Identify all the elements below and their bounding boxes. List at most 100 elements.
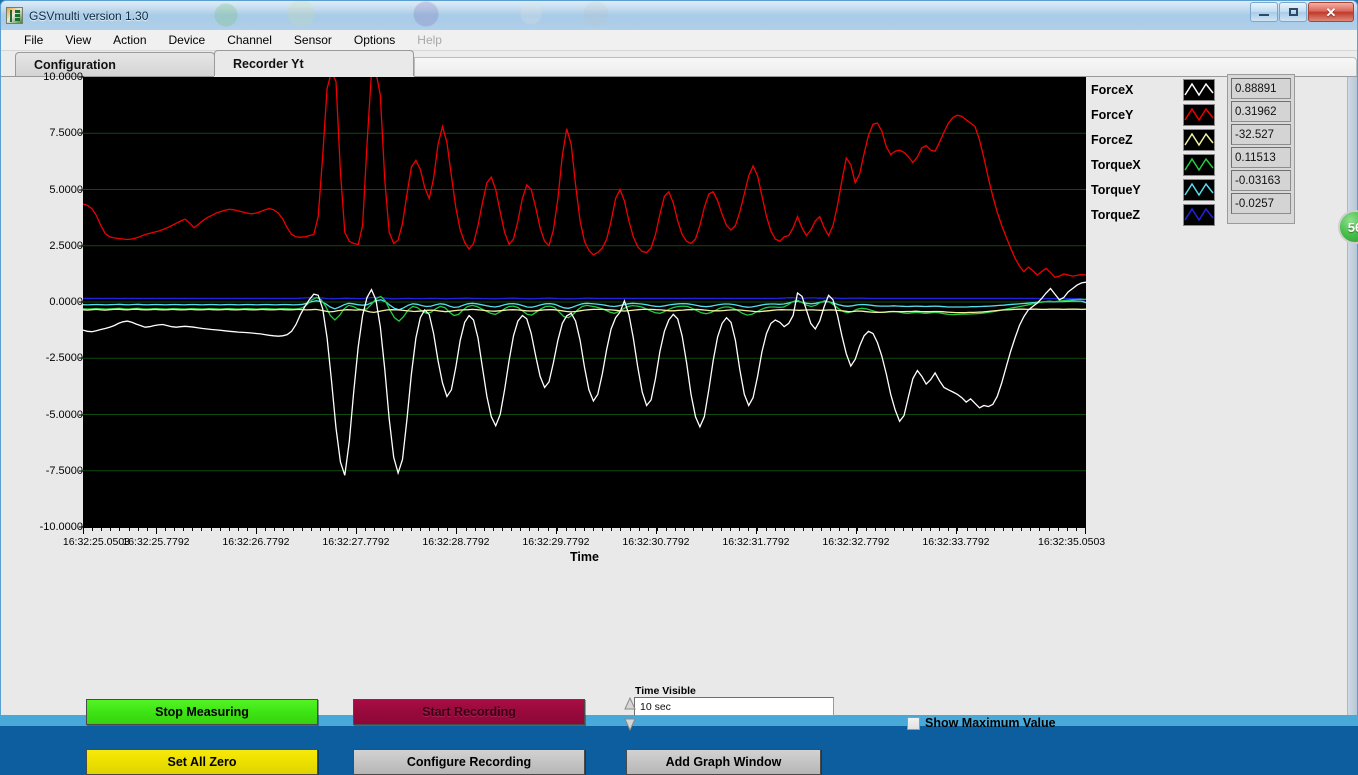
- y-axis-tick-label: 5.0000: [5, 184, 83, 196]
- x-axis-tick-label: 16:32:30.7792: [622, 536, 689, 548]
- x-axis-minor-tick: [493, 527, 494, 531]
- menu-item-file[interactable]: File: [13, 31, 54, 49]
- x-axis-minor-tick: [520, 527, 521, 531]
- x-axis-minor-tick: [857, 527, 858, 531]
- x-axis-minor-tick: [903, 527, 904, 531]
- status-badge[interactable]: 56: [1338, 210, 1358, 244]
- x-axis-minor-tick: [129, 527, 130, 531]
- show-maximum-value-group[interactable]: Show Maximum Value: [907, 716, 1056, 730]
- menu-item-device[interactable]: Device: [158, 31, 217, 49]
- x-axis-minor-tick: [976, 527, 977, 531]
- set-all-zero-button[interactable]: Set All Zero: [86, 749, 318, 775]
- x-axis-minor-tick: [238, 527, 239, 531]
- window-controls: ✕: [1250, 2, 1354, 22]
- legend-label-torquez: TorqueZ: [1091, 208, 1183, 222]
- menu-item-view[interactable]: View: [54, 31, 102, 49]
- x-axis-tick-label: 16:32:25.7792: [122, 536, 189, 548]
- legend-swatch-torquez[interactable]: [1183, 204, 1215, 226]
- show-maximum-value-label: Show Maximum Value: [925, 716, 1056, 730]
- time-visible-group: Time Visible 10 sec: [624, 685, 834, 735]
- x-axis-tick-label: 16:32:32.7792: [822, 536, 889, 548]
- menu-item-channel[interactable]: Channel: [216, 31, 283, 49]
- x-axis-minor-tick: [192, 527, 193, 531]
- x-axis-title: Time: [83, 550, 1086, 564]
- channel-value-forcez: -32.527: [1231, 124, 1291, 145]
- menu-item-options[interactable]: Options: [343, 31, 406, 49]
- legend-swatch-torquex[interactable]: [1183, 154, 1215, 176]
- x-axis-minor-tick: [575, 527, 576, 531]
- series-line-torquex: [83, 296, 1086, 321]
- x-axis-tick-label: 16:32:27.7792: [322, 536, 389, 548]
- legend-label-forcex: ForceX: [1091, 83, 1183, 97]
- show-maximum-value-checkbox[interactable]: [907, 717, 920, 730]
- x-axis-major-tick: [256, 527, 257, 534]
- time-visible-input[interactable]: 10 sec: [634, 697, 834, 716]
- legend-row[interactable]: ForceZ: [1091, 127, 1223, 152]
- legend-row[interactable]: ForceX: [1091, 77, 1223, 102]
- legend-swatch-forcey[interactable]: [1183, 104, 1215, 126]
- tab-recorder-yt-label: Recorder Yt: [233, 57, 304, 71]
- x-axis-minor-tick: [930, 527, 931, 531]
- tab-strip: Configuration Recorder Yt: [1, 51, 1357, 77]
- time-visible-label: Time Visible: [632, 685, 699, 697]
- spinner-up-icon[interactable]: [624, 697, 636, 710]
- start-recording-button[interactable]: Start Recording: [353, 699, 585, 725]
- y-axis-tick-label: 0.0000: [5, 296, 83, 308]
- minimize-button[interactable]: [1250, 2, 1278, 22]
- x-axis-tick-label: 16:32:29.7792: [522, 536, 589, 548]
- x-axis-minor-tick: [484, 527, 485, 531]
- legend-row[interactable]: TorqueY: [1091, 177, 1223, 202]
- x-axis-minor-tick: [639, 527, 640, 531]
- tab-recorder-yt[interactable]: Recorder Yt: [214, 50, 414, 76]
- x-axis-minor-tick: [393, 527, 394, 531]
- x-axis-minor-tick: [1076, 527, 1077, 531]
- maximize-button[interactable]: [1279, 2, 1307, 22]
- x-axis-minor-tick: [110, 527, 111, 531]
- x-axis-minor-tick: [511, 527, 512, 531]
- plot-canvas[interactable]: [83, 77, 1086, 527]
- x-axis-minor-tick: [320, 527, 321, 531]
- legend-row[interactable]: ForceY: [1091, 102, 1223, 127]
- channel-legend: 0.888910.31962-32.5270.11513-0.03163-0.0…: [1091, 77, 1301, 227]
- x-axis-minor-tick: [885, 527, 886, 531]
- close-button[interactable]: ✕: [1308, 2, 1354, 22]
- x-axis-major-tick: [456, 527, 457, 534]
- stop-measuring-button[interactable]: Stop Measuring: [86, 699, 318, 725]
- legend-label-torquey: TorqueY: [1091, 183, 1183, 197]
- x-axis-minor-tick: [1049, 527, 1050, 531]
- x-axis-minor-tick: [1039, 527, 1040, 531]
- x-axis-tick-label: 16:32:28.7792: [422, 536, 489, 548]
- x-axis-minor-tick: [812, 527, 813, 531]
- legend-swatch-forcez[interactable]: [1183, 129, 1215, 151]
- x-axis-minor-tick: [712, 527, 713, 531]
- x-axis-minor-tick: [775, 527, 776, 531]
- legend-label-forcey: ForceY: [1091, 108, 1183, 122]
- x-axis-minor-tick: [1021, 527, 1022, 531]
- x-axis-minor-tick: [283, 527, 284, 531]
- y-axis-tick-label: 10.0000: [5, 71, 83, 83]
- x-axis-minor-tick: [730, 527, 731, 531]
- legend-swatch-torquey[interactable]: [1183, 179, 1215, 201]
- x-axis-major-tick: [156, 527, 157, 534]
- legend-swatch-forcex[interactable]: [1183, 79, 1215, 101]
- x-axis-minor-tick: [939, 527, 940, 531]
- menu-item-action[interactable]: Action: [102, 31, 157, 49]
- x-axis-minor-tick: [1067, 527, 1068, 531]
- spinner-down-icon[interactable]: [624, 718, 636, 731]
- x-axis-tick-label: 16:32:35.0503: [1038, 536, 1105, 548]
- window-title: GSVmulti version 1.30: [29, 9, 148, 23]
- x-axis-minor-tick: [657, 527, 658, 531]
- x-axis-minor-tick: [611, 527, 612, 531]
- legend-row[interactable]: TorqueX: [1091, 152, 1223, 177]
- configure-recording-button[interactable]: Configure Recording: [353, 749, 585, 775]
- y-axis-tick-label: -2.5000: [5, 352, 83, 364]
- x-axis-minor-tick: [347, 527, 348, 531]
- add-graph-window-button[interactable]: Add Graph Window: [626, 749, 821, 775]
- x-axis-minor-tick: [1030, 527, 1031, 531]
- x-axis-major-tick: [356, 527, 357, 534]
- x-axis-minor-tick: [329, 527, 330, 531]
- close-icon: ✕: [1326, 6, 1337, 19]
- legend-row[interactable]: TorqueZ: [1091, 202, 1223, 227]
- menu-item-sensor[interactable]: Sensor: [283, 31, 343, 49]
- x-axis-minor-tick: [475, 527, 476, 531]
